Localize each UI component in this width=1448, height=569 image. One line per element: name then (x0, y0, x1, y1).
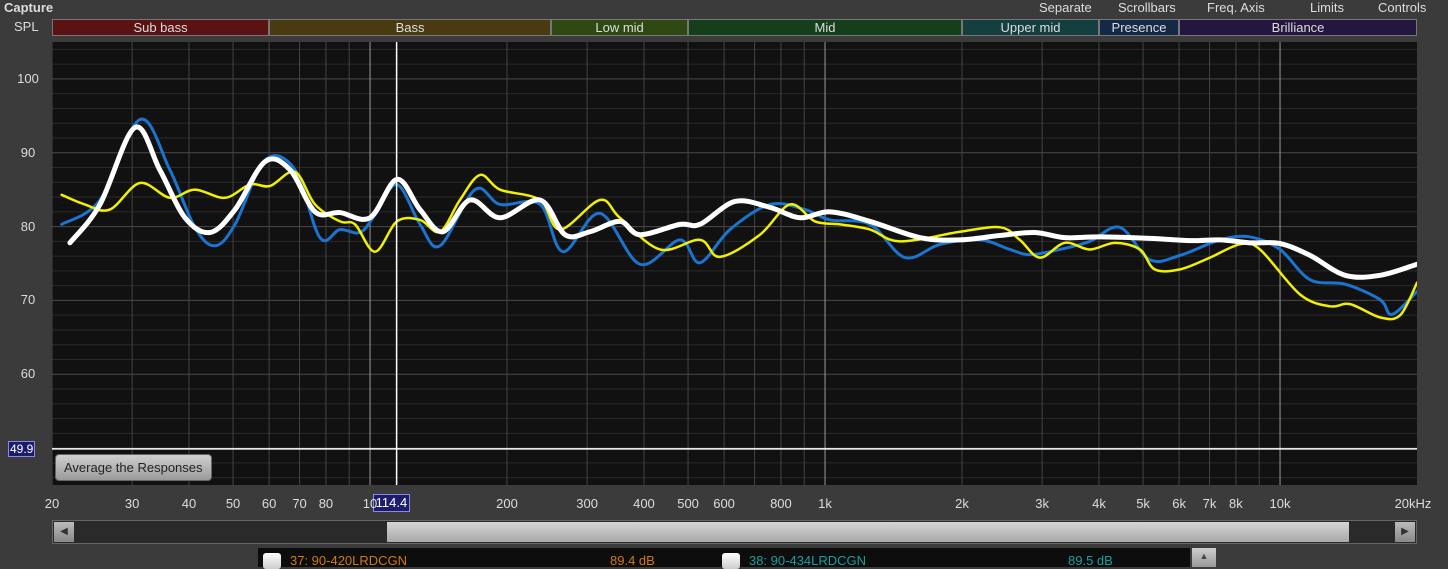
menu-separate[interactable]: Separate (1039, 0, 1092, 15)
legend-scroll-up-icon[interactable]: ▲ (1192, 548, 1216, 567)
x-tick-label: 20kHz (1394, 496, 1432, 511)
band-mid: Mid (688, 19, 962, 36)
x-tick-label: 2k (955, 496, 969, 511)
y-tick-label: 80 (20, 218, 36, 234)
menu-limits[interactable]: Limits (1310, 0, 1344, 15)
window-title: Capture (4, 0, 54, 15)
x-tick-label: 800 (770, 496, 792, 511)
x-tick-label: 30 (124, 496, 140, 511)
x-tick-label: 70 (292, 496, 307, 511)
x-tick-label: 20 (44, 496, 60, 511)
frequency-bands: Sub bass Bass Low mid Mid Upper mid Presence B… (52, 19, 1417, 37)
scrollbar-thumb[interactable] (387, 522, 1349, 542)
x-tick-label: 80 (318, 496, 334, 511)
x-tick-label: 600 (713, 496, 735, 511)
cursor-freq-readout: 114.4 (372, 494, 411, 512)
average-responses-button[interactable]: Average the Responses (55, 454, 212, 481)
measurement-legend: 37: 90-420LRDCGN 89.4 dB 38: 90-434LRDCG… (258, 548, 1190, 569)
x-tick-label: 8k (1229, 496, 1243, 511)
menu-scrollbars[interactable]: Scrollbars (1118, 0, 1176, 15)
x-tick-label: 1k (818, 496, 832, 511)
x-tick-label: 5k (1136, 496, 1150, 511)
menu-freq-axis[interactable]: Freq. Axis (1207, 0, 1265, 15)
x-tick-label: 60 (261, 496, 277, 511)
band-sub-bass: Sub bass (52, 19, 270, 36)
y-axis-label: SPL (14, 19, 39, 34)
y-tick-label: 70 (20, 292, 36, 308)
x-tick-label: 10k (1269, 496, 1291, 511)
x-tick-label: 40 (181, 496, 197, 511)
x-tick-label: 500 (677, 496, 699, 511)
band-upper-mid: Upper mid (962, 19, 1099, 36)
measurement-38-level: 89.5 dB (1068, 553, 1113, 568)
x-tick-label: 6k (1172, 496, 1186, 511)
y-tick-label: 90 (20, 144, 36, 160)
x-tick-label: 300 (576, 496, 598, 511)
x-tick-label: 200 (496, 496, 518, 511)
measurement-37-level: 89.4 dB (610, 553, 655, 568)
measurement-38-name: 38: 90-434LRDCGN (749, 553, 867, 568)
x-tick-label: 7k (1202, 496, 1217, 511)
menu-controls[interactable]: Controls (1378, 0, 1426, 15)
measurement-37-name: 37: 90-420LRDCGN (290, 553, 408, 568)
band-presence: Presence (1098, 19, 1180, 36)
x-tick-label: 10 (362, 496, 378, 511)
x-tick-label: 4k (1092, 496, 1106, 511)
scroll-left-icon[interactable]: ◀ (54, 522, 74, 542)
band-low-mid: Low mid (551, 19, 689, 36)
horizontal-scrollbar[interactable]: ◀ ▶ (52, 520, 1417, 544)
frequency-response-plot[interactable] (52, 42, 1417, 485)
cursor-spl-readout: 49.9 (8, 440, 36, 457)
y-tick-label: 60 (20, 366, 36, 382)
band-bass: Bass (269, 19, 552, 36)
y-tick-label: 100 (17, 70, 39, 86)
band-brilliance: Brilliance (1179, 19, 1417, 36)
x-tick-label: 50 (225, 496, 241, 511)
x-tick-label: 3k (1035, 496, 1049, 511)
scroll-right-icon[interactable]: ▶ (1395, 522, 1415, 542)
x-tick-label: 400 (633, 496, 655, 511)
